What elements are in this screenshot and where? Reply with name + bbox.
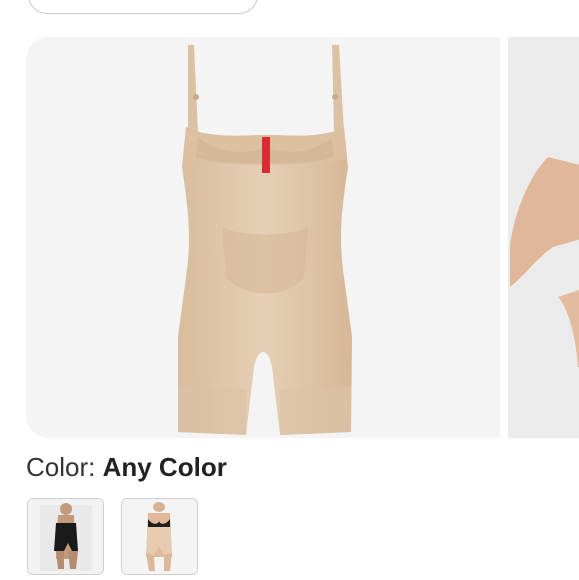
- color-swatch-black[interactable]: [27, 498, 104, 575]
- model-photo-partial: [508, 37, 579, 438]
- selected-color-value: Any Color: [102, 452, 227, 482]
- color-swatch-nude[interactable]: [121, 498, 198, 575]
- color-selector-label: Color: Any Color: [26, 452, 227, 483]
- nude-bodysuit-thumbnail: [122, 499, 197, 574]
- bodysuit-product-image: [178, 45, 352, 435]
- color-label: Color:: [26, 452, 96, 482]
- product-image-next[interactable]: [508, 37, 579, 438]
- product-image-gallery[interactable]: [26, 37, 579, 438]
- product-image-main[interactable]: [26, 37, 500, 438]
- top-pill-control[interactable]: [28, 0, 258, 14]
- black-bodysuit-thumbnail: [28, 499, 103, 574]
